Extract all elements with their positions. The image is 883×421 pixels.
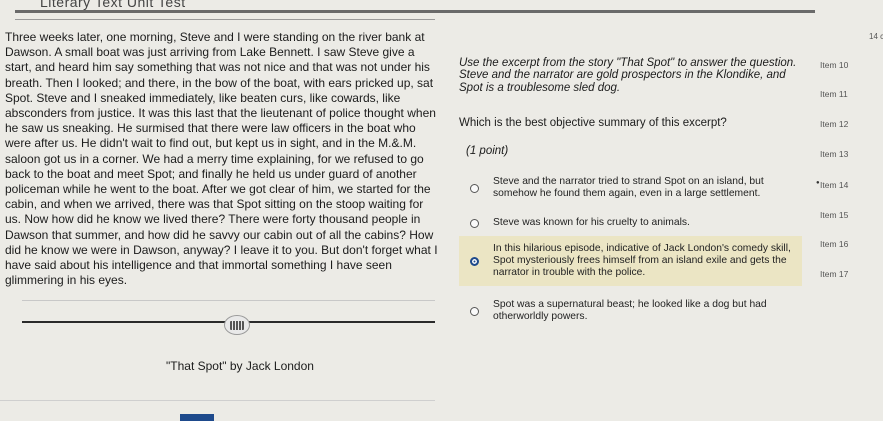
sidebar-item-14[interactable]: ● Item 14 (816, 180, 849, 190)
radio-button[interactable] (470, 218, 479, 228)
sidebar-item-12[interactable]: Item 12 (820, 119, 848, 129)
question-prompt: Which is the best objective summary of t… (459, 117, 727, 129)
sidebar-item-label: Item 14 (820, 180, 849, 190)
current-item-indicator: ● (816, 180, 820, 186)
answer-option-text: Steve was known for his cruelty to anima… (493, 216, 690, 228)
header-rule (15, 10, 815, 13)
header-title: Literary Text Unit Test (40, 0, 186, 10)
item-count-label: 14 c (869, 32, 883, 41)
sidebar-item-label: Item 16 (820, 239, 849, 249)
bottom-divider (0, 400, 435, 401)
answer-option-d[interactable]: Spot was a supernatural beast; he looked… (459, 296, 802, 326)
answer-option-b[interactable]: Steve was known for his cruelty to anima… (459, 212, 802, 234)
sidebar-item-label: Item 13 (820, 149, 849, 159)
radio-button[interactable] (470, 306, 479, 316)
answer-option-a[interactable]: Steve and the narrator tried to strand S… (459, 175, 802, 201)
audio-button[interactable] (224, 315, 250, 335)
sidebar-item-label: Item 15 (820, 210, 849, 220)
sidebar-item-10[interactable]: Item 10 (820, 60, 848, 70)
passage-divider-thin (22, 300, 435, 301)
sidebar-item-label: Item 10 (820, 60, 849, 70)
sidebar-item-16[interactable]: Item 16 (820, 239, 848, 249)
sidebar-item-11[interactable]: Item 11 (820, 89, 848, 99)
bottom-tab[interactable] (180, 414, 214, 421)
audio-icon (230, 320, 244, 330)
sidebar-item-label: Item 11 (820, 89, 848, 99)
sidebar-item-label: Item 17 (820, 269, 849, 279)
answer-option-text: In this hilarious episode, indicative of… (493, 242, 791, 279)
radio-button-selected[interactable] (470, 256, 479, 266)
radio-button[interactable] (470, 183, 479, 193)
passage-source: "That Spot" by Jack London (166, 359, 314, 373)
header-rule-thin (15, 19, 435, 20)
sidebar-item-label: Item 12 (820, 119, 849, 129)
sidebar-item-13[interactable]: Item 13 (820, 149, 848, 159)
sidebar-item-17[interactable]: Item 17 (820, 269, 848, 279)
question-points: (1 point) (466, 145, 509, 157)
sidebar-item-15[interactable]: Item 15 (820, 210, 848, 220)
passage-text: Three weeks later, one morning, Steve an… (5, 30, 438, 288)
answer-option-c[interactable]: In this hilarious episode, indicative of… (459, 236, 802, 286)
question-instructions: Use the excerpt from the story "That Spo… (459, 57, 797, 94)
answer-option-text: Spot was a supernatural beast; he looked… (493, 298, 767, 322)
answer-option-text: Steve and the narrator tried to strand S… (493, 175, 764, 199)
